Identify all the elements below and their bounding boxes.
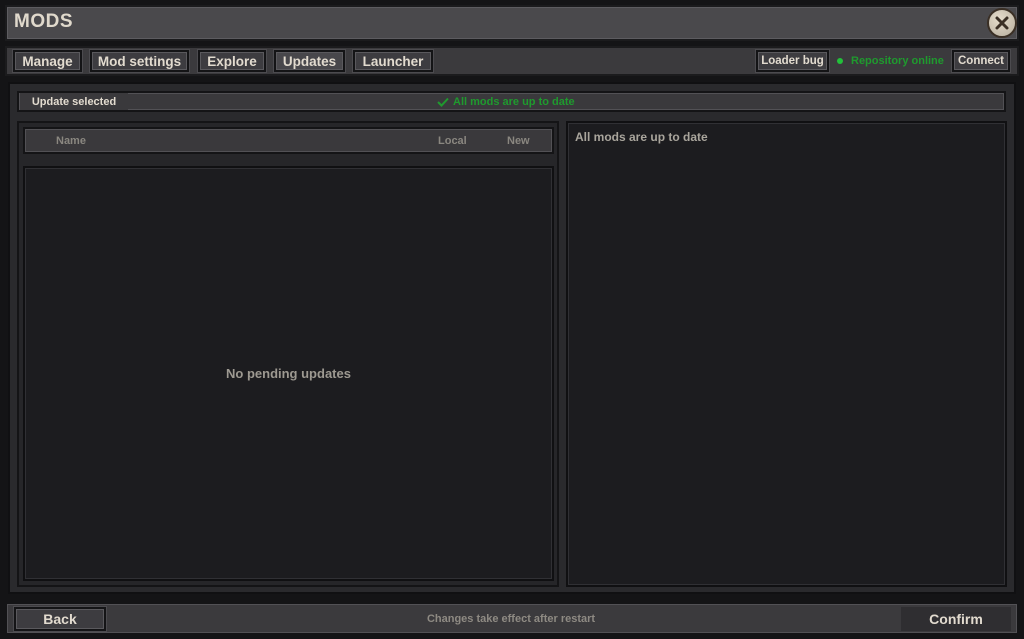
tab-explore[interactable]: Explore bbox=[198, 50, 266, 72]
update-selected-button[interactable]: Update selected bbox=[20, 93, 128, 110]
status-dot-icon bbox=[837, 58, 843, 64]
update-status-message: All mods are up to date bbox=[437, 93, 575, 110]
connect-button[interactable]: Connect bbox=[952, 50, 1010, 72]
column-name[interactable]: Name bbox=[56, 135, 86, 147]
tab-manage[interactable]: Manage bbox=[13, 50, 82, 72]
list-header bbox=[23, 127, 554, 154]
repository-status: Repository online bbox=[833, 50, 949, 72]
title-bar bbox=[5, 5, 1019, 41]
tab-updates[interactable]: Updates bbox=[274, 50, 345, 72]
repository-status-label: Repository online bbox=[851, 55, 944, 67]
tab-mod-settings[interactable]: Mod settings bbox=[90, 50, 189, 72]
back-button[interactable]: Back bbox=[14, 607, 106, 631]
page-title: MODS bbox=[14, 11, 73, 32]
confirm-button[interactable]: Confirm bbox=[901, 607, 1011, 631]
empty-list-message: No pending updates bbox=[226, 366, 351, 381]
close-button[interactable] bbox=[987, 8, 1017, 38]
loader-bug-button[interactable]: Loader bug bbox=[756, 50, 829, 72]
column-local[interactable]: Local bbox=[438, 135, 467, 147]
detail-text: All mods are up to date bbox=[575, 130, 708, 144]
check-icon bbox=[437, 97, 449, 107]
footer-note: Changes take effect after restart bbox=[426, 613, 596, 625]
tab-launcher[interactable]: Launcher bbox=[353, 50, 433, 72]
update-status-text: All mods are up to date bbox=[453, 95, 575, 108]
close-icon bbox=[995, 16, 1009, 30]
detail-panel bbox=[566, 121, 1007, 587]
column-new[interactable]: New bbox=[507, 135, 530, 147]
